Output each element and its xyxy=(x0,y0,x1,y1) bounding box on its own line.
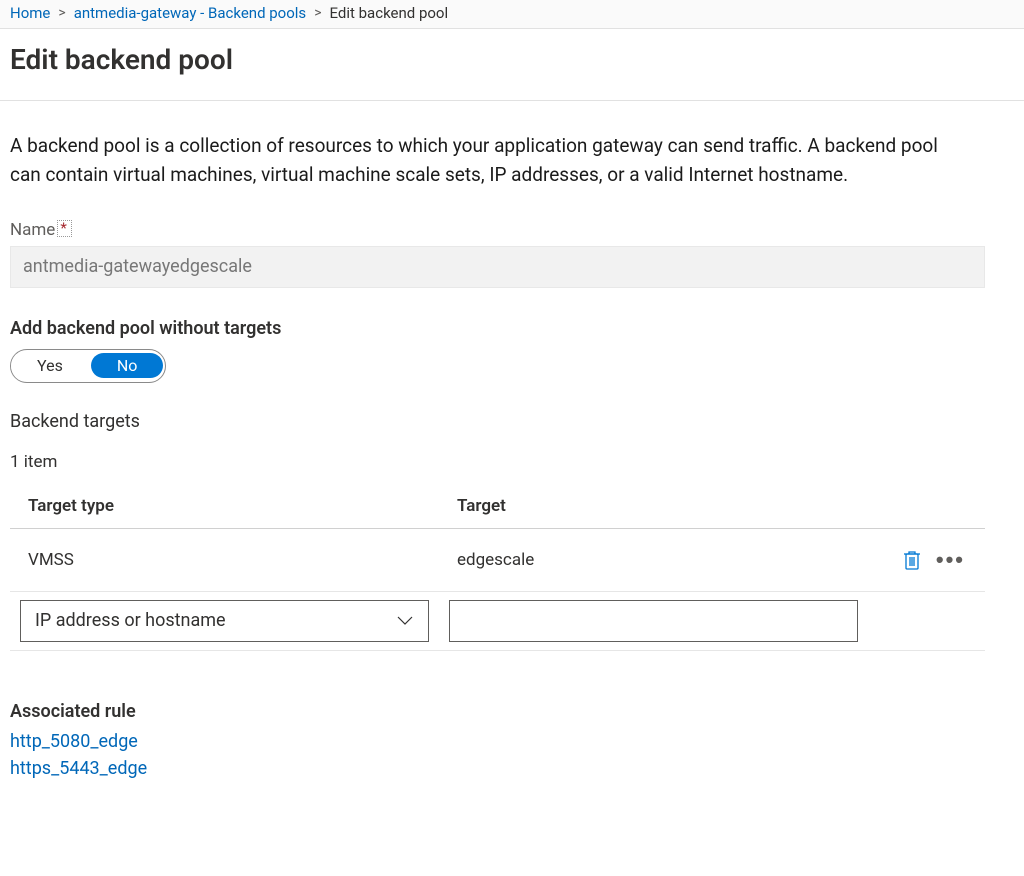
row-type: VMSS xyxy=(10,528,439,591)
trash-icon xyxy=(902,549,922,571)
chevron-right-icon: > xyxy=(58,5,65,21)
rule-link[interactable]: https_5443_edge xyxy=(10,755,1014,782)
more-button[interactable]: ••• xyxy=(934,545,967,575)
table-row: VMSS edgescale xyxy=(10,528,985,591)
dropdown-value: IP address or hostname xyxy=(35,610,226,631)
target-input[interactable] xyxy=(449,600,858,642)
row-target: edgescale xyxy=(439,528,868,591)
toggle-no[interactable]: No xyxy=(91,353,164,378)
name-label-text: Name xyxy=(10,220,55,240)
backend-targets-heading: Backend targets xyxy=(10,411,1014,432)
rule-link[interactable]: http_5080_edge xyxy=(10,728,1014,755)
targets-count: 1 item xyxy=(10,452,1014,472)
delete-button[interactable] xyxy=(900,547,924,573)
toggle-yes[interactable]: Yes xyxy=(11,351,89,380)
target-type-dropdown[interactable]: IP address or hostname xyxy=(20,600,429,642)
breadcrumb-home[interactable]: Home xyxy=(10,4,50,22)
targets-table: Target type Target VMSS edgescale xyxy=(10,486,985,651)
col-header-target: Target xyxy=(439,486,868,529)
without-targets-label: Add backend pool without targets xyxy=(10,318,1014,339)
breadcrumb: Home > antmedia-gateway - Backend pools … xyxy=(0,0,1024,29)
table-row-new: IP address or hostname xyxy=(10,591,985,650)
description-text: A backend pool is a collection of resour… xyxy=(10,131,970,190)
col-header-type: Target type xyxy=(10,486,439,529)
chevron-down-icon xyxy=(396,612,414,630)
without-targets-toggle[interactable]: Yes No xyxy=(10,349,166,383)
breadcrumb-parent[interactable]: antmedia-gateway - Backend pools xyxy=(74,4,306,22)
name-input xyxy=(10,246,985,288)
more-icon: ••• xyxy=(936,547,965,573)
required-icon: * xyxy=(57,220,71,237)
name-label: Name * xyxy=(10,220,72,240)
breadcrumb-current: Edit backend pool xyxy=(330,4,449,22)
chevron-right-icon: > xyxy=(314,5,321,21)
page-title: Edit backend pool xyxy=(0,29,1024,101)
associated-rule-heading: Associated rule xyxy=(10,701,1014,722)
